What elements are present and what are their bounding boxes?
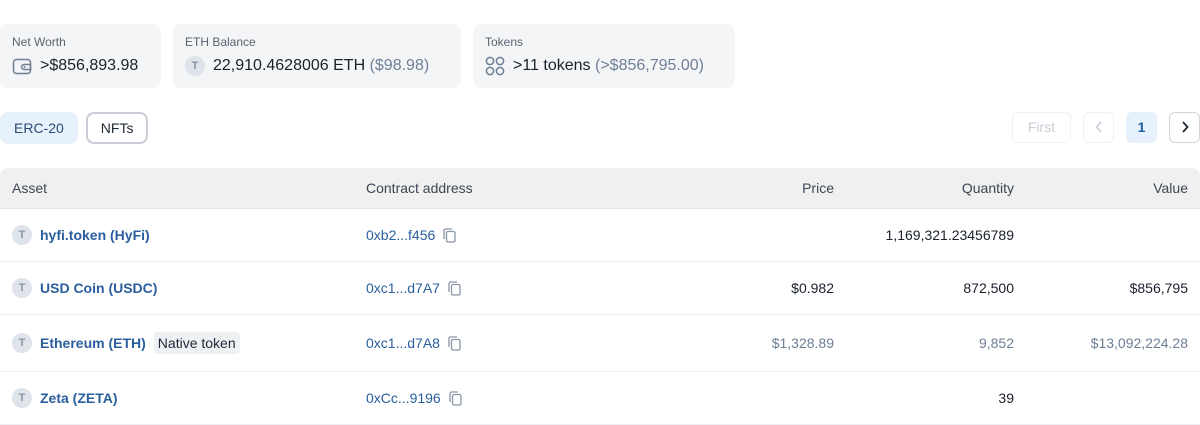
tokens-value: >11 tokens (>$856,795.00) — [513, 57, 704, 74]
value-cell: $856,795 — [1129, 280, 1188, 296]
next-page-button[interactable] — [1169, 112, 1200, 143]
contract-cell: 0xCc...9196 — [366, 389, 462, 407]
pagination: First 1 — [1012, 112, 1200, 143]
net-worth-card: Net Worth >$856,893.98 — [0, 24, 161, 88]
asset-cell: T USD Coin (USDC) — [12, 278, 157, 298]
quantity-cell: 9,852 — [978, 335, 1014, 351]
native-token-badge: Native token — [153, 332, 240, 354]
price-cell: $0.982 — [791, 280, 834, 296]
contract-cell: 0xc1...d7A8 — [366, 334, 461, 352]
tab-nfts[interactable]: NFTs — [85, 112, 149, 144]
contract-cell: 0xc1...d7A7 — [366, 279, 461, 297]
contract-address-link[interactable]: 0xc1...d7A7 — [366, 279, 440, 297]
quantity-cell: 872,500 — [963, 280, 1014, 296]
token-icon: T — [12, 278, 32, 298]
tokens-table: Asset Contract address Price Quantity Va… — [0, 168, 1200, 425]
eth-balance-card: ETH Balance T 22,910.4628006 ETH ($98.98… — [173, 24, 461, 88]
tab-erc20[interactable]: ERC-20 — [0, 112, 78, 144]
asset-cell: T Ethereum (ETH) Native token — [12, 332, 240, 354]
token-icon: T — [12, 225, 32, 245]
asset-link[interactable]: Ethereum (ETH) — [40, 334, 146, 352]
tokens-card: Tokens >11 tokens (>$856,795.00) — [473, 24, 735, 88]
asset-link[interactable]: hyfi.token (HyFi) — [40, 226, 150, 244]
table-row: T USD Coin (USDC) 0xc1...d7A7 $0.982 872… — [0, 262, 1200, 315]
asset-link[interactable]: USD Coin (USDC) — [40, 279, 157, 297]
contract-cell: 0xb2...f456 — [366, 226, 456, 244]
tokens-usd: (>$856,795.00) — [595, 57, 704, 74]
copy-icon[interactable] — [443, 227, 456, 243]
copy-icon[interactable] — [448, 335, 461, 351]
wallet-icon — [12, 56, 32, 76]
contract-address-link[interactable]: 0xb2...f456 — [366, 226, 435, 244]
header-value: Value — [1153, 180, 1188, 196]
table-row: T Ethereum (ETH) Native token 0xc1...d7A… — [0, 315, 1200, 372]
copy-icon[interactable] — [449, 390, 462, 406]
chevron-left-icon — [1094, 119, 1104, 135]
token-icon: T — [12, 388, 32, 408]
copy-icon[interactable] — [448, 280, 461, 296]
net-worth-label: Net Worth — [12, 35, 66, 49]
contract-address-link[interactable]: 0xCc...9196 — [366, 389, 441, 407]
price-cell: $1,328.89 — [771, 335, 834, 351]
net-worth-value: >$856,893.98 — [40, 57, 139, 74]
eth-token-icon: T — [185, 56, 205, 76]
contract-address-link[interactable]: 0xc1...d7A8 — [366, 334, 440, 352]
asset-cell: T Zeta (ZETA) — [12, 388, 118, 408]
summary-cards: Net Worth >$856,893.98 ETH Balance T 22,… — [0, 24, 735, 88]
header-contract: Contract address — [366, 180, 473, 196]
eth-balance-value: 22,910.4628006 ETH ($98.98) — [213, 57, 430, 74]
tokens-grid-icon — [485, 56, 505, 76]
header-asset: Asset — [12, 180, 48, 196]
table-row: T hyfi.token (HyFi) 0xb2...f456 1,169,32… — [0, 209, 1200, 262]
first-page-button[interactable]: First — [1012, 112, 1071, 143]
asset-cell: T hyfi.token (HyFi) — [12, 225, 150, 245]
asset-link[interactable]: Zeta (ZETA) — [40, 389, 118, 407]
quantity-cell: 39 — [998, 390, 1014, 406]
chevron-right-icon — [1180, 119, 1190, 135]
table-header: Asset Contract address Price Quantity Va… — [0, 168, 1200, 209]
token-icon: T — [12, 333, 32, 353]
prev-page-button[interactable] — [1083, 112, 1114, 143]
table-row: T Zeta (ZETA) 0xCc...9196 39 — [0, 372, 1200, 425]
quantity-cell: 1,169,321.23456789 — [885, 227, 1014, 243]
current-page-button[interactable]: 1 — [1126, 112, 1157, 143]
value-cell: $13,092,224.28 — [1090, 335, 1188, 351]
eth-balance-usd: ($98.98) — [369, 57, 430, 74]
eth-balance-label: ETH Balance — [185, 35, 256, 49]
tokens-label: Tokens — [485, 35, 524, 49]
header-price: Price — [802, 180, 834, 196]
header-quantity: Quantity — [961, 180, 1014, 196]
token-type-tabs: ERC-20 NFTs — [0, 112, 149, 144]
